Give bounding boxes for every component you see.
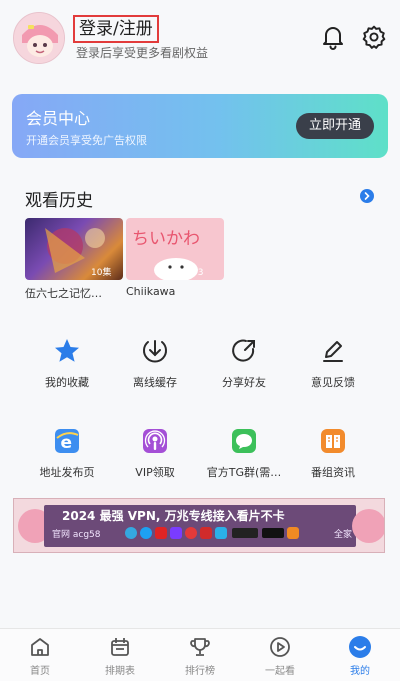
share-icon [232,339,255,362]
vpn-ad-banner[interactable]: 2024 最强 VPN, 万兆专线接入看片不卡 官网 acg58 全家 [13,498,385,553]
grid-item-share[interactable]: 分享好友 [204,336,284,390]
podcast-icon [143,429,167,453]
profile-icon [349,636,371,658]
login-register-link[interactable]: 登录/注册 [73,15,159,43]
home-icon [31,638,49,656]
history-item-title[interactable]: 伍六七之记忆… [25,285,123,301]
banner-app-icons [125,527,299,539]
svg-text:03: 03 [192,268,203,278]
grid-label: VIP领取 [135,466,175,479]
history-title: 观看历史 [25,191,93,211]
tab-home[interactable]: 首页 [10,635,70,677]
grid-label: 我的收藏 [45,376,89,389]
login-benefit-text: 登录后享受更多看剧权益 [76,46,209,60]
tab-label: 我的 [350,666,370,677]
svg-text:ちいかわ: ちいかわ [132,229,200,249]
tab-label: 一起看 [265,666,295,677]
chat-icon [232,429,256,453]
history-thumbnail[interactable]: 10集 [25,218,123,280]
calendar-icon [111,638,129,656]
grid-label: 意见反馈 [311,376,355,389]
gear-icon[interactable] [361,24,387,50]
star-icon [55,339,79,362]
trophy-icon [190,638,210,656]
book-icon [321,429,345,453]
grid-label: 地址发布页 [39,466,95,479]
grid-label: 官方TG群(需… [206,466,282,479]
bottom-tab-bar: 首页 排期表 排行榜 一起看 我的 [0,628,400,681]
grid-item-feedback[interactable]: 意见反馈 [293,336,373,390]
vip-subtitle: 开通会员享受免广告权限 [26,134,147,147]
history-item-title[interactable]: Chiikawa [126,285,224,298]
bell-icon[interactable] [320,24,346,50]
profile-header: 登录/注册 登录后享受更多看剧权益 [0,0,400,80]
grid-item-favorites[interactable]: 我的收藏 [27,336,107,390]
grid-item-tg-group[interactable]: 官方TG群(需… [204,426,284,480]
svg-text:e: e [61,433,73,453]
banner-headline: 2024 最强 VPN, 万兆专线接入看片不卡 [62,509,285,523]
browser-icon: e [55,429,79,453]
banner-character-right [352,509,384,543]
tab-schedule[interactable]: 排期表 [90,635,150,677]
tab-watch-together[interactable]: 一起看 [250,635,310,677]
tab-label: 排行榜 [185,666,215,677]
grid-label: 分享好友 [222,376,266,389]
tab-label: 排期表 [105,666,135,677]
chevron-right-icon[interactable] [360,189,374,203]
edit-icon [323,341,343,362]
vip-title: 会员中心 [26,109,91,128]
download-icon [143,340,167,363]
tab-mine[interactable]: 我的 [330,635,390,677]
grid-label: 番组资讯 [311,466,355,479]
grid-item-vip-claim[interactable]: VIP领取 [115,426,195,480]
svg-text:10集: 10集 [91,266,111,278]
history-thumbnail[interactable]: ちいかわ 03 [126,218,224,280]
tab-label: 首页 [30,666,50,677]
grid-item-offline-cache[interactable]: 离线缓存 [115,336,195,390]
vip-center-card[interactable]: 会员中心 开通会员享受免广告权限 立即开通 [12,94,388,158]
avatar[interactable] [13,12,65,64]
banner-subtext: 官网 acg58 [52,530,101,540]
grid-label: 离线缓存 [133,376,177,389]
open-vip-button[interactable]: 立即开通 [295,113,374,139]
banner-right-text: 全家 [334,530,353,540]
play-icon [270,637,290,657]
grid-item-address-page[interactable]: e 地址发布页 [27,426,107,480]
grid-item-anime-news[interactable]: 番组资讯 [293,426,373,480]
tab-ranking[interactable]: 排行榜 [170,635,230,677]
